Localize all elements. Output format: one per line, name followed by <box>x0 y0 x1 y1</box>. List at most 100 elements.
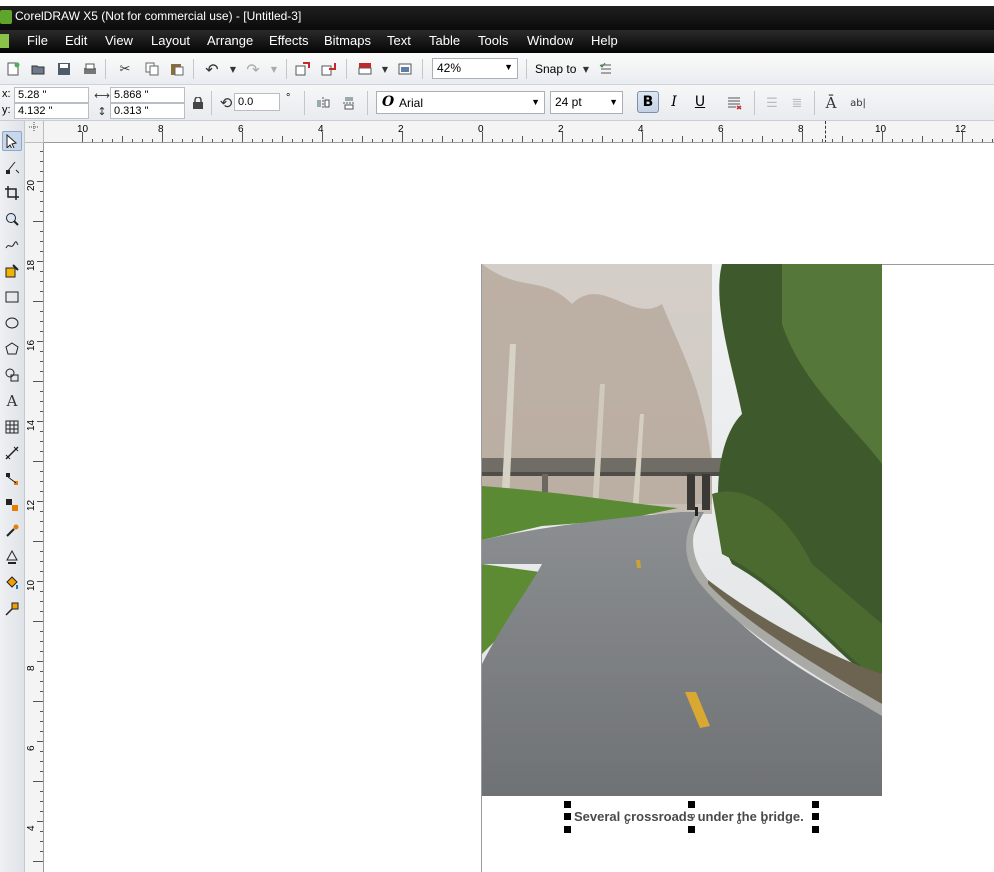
undo-icon[interactable]: ↶ <box>203 60 221 79</box>
selection-handle[interactable] <box>688 801 695 808</box>
ruler-tick <box>852 139 853 142</box>
selection-handle[interactable] <box>688 826 695 833</box>
menu-arrange[interactable]: Arrange <box>207 33 253 48</box>
park-path-photo[interactable] <box>482 264 882 796</box>
ruler-tick <box>40 711 43 712</box>
ellipse-tool-icon[interactable] <box>2 313 22 333</box>
x-position-field[interactable]: 5.28 " <box>14 87 89 103</box>
ruler-tick <box>33 381 43 382</box>
selection-handle[interactable] <box>564 801 571 808</box>
selection-handle[interactable] <box>564 813 571 820</box>
underline-button[interactable]: U <box>689 91 711 113</box>
ruler-tick <box>522 136 523 142</box>
menu-text[interactable]: Text <box>387 33 411 48</box>
rectangle-tool-icon[interactable] <box>2 287 22 307</box>
character-node[interactable] <box>737 820 741 824</box>
blend-tool-icon[interactable] <box>2 495 22 515</box>
print-icon[interactable] <box>81 60 99 78</box>
application-launcher-icon[interactable] <box>356 60 374 78</box>
edit-text-icon[interactable]: ab| <box>849 94 867 112</box>
ruler-label: 6 <box>26 745 37 751</box>
font-family-select[interactable]: O Arial ▼ <box>376 91 545 114</box>
drop-cap-icon[interactable]: ≣ <box>788 94 806 112</box>
cut-icon[interactable]: ✂ <box>116 60 134 78</box>
new-document-icon[interactable] <box>4 60 22 78</box>
connector-tool-icon[interactable] <box>2 469 22 489</box>
redo-icon[interactable]: ↷ <box>244 60 262 79</box>
text-properties-icon[interactable]: Ā <box>822 94 840 112</box>
table-tool-icon[interactable] <box>2 417 22 437</box>
menu-window[interactable]: Window <box>527 33 573 48</box>
polygon-tool-icon[interactable] <box>2 339 22 359</box>
ruler-tick <box>822 139 823 142</box>
interactive-fill-icon[interactable] <box>2 599 22 619</box>
menu-table[interactable]: Table <box>429 33 460 48</box>
redo-dropdown-icon[interactable]: ▼ <box>265 60 283 78</box>
mirror-horizontal-icon[interactable] <box>314 94 332 112</box>
menu-file[interactable]: File <box>27 33 48 48</box>
selection-handle[interactable] <box>564 826 571 833</box>
font-size-select[interactable]: 24 pt ▼ <box>550 91 623 114</box>
text-tool-icon[interactable]: A <box>2 391 22 411</box>
snap-options-icon[interactable] <box>597 60 615 78</box>
ruler-tick <box>40 831 43 832</box>
y-position-field[interactable]: 4.132 " <box>14 103 89 119</box>
paste-icon[interactable] <box>168 60 186 78</box>
lock-ratio-icon[interactable] <box>187 92 209 114</box>
character-node[interactable] <box>625 820 629 824</box>
pick-tool-icon[interactable] <box>2 131 22 151</box>
copy-icon[interactable] <box>143 60 161 78</box>
fill-tool-icon[interactable] <box>2 573 22 593</box>
ruler-tick <box>40 271 43 272</box>
smart-fill-icon[interactable] <box>2 261 22 281</box>
ruler-origin-corner[interactable] <box>25 121 44 143</box>
mirror-vertical-icon[interactable] <box>340 94 358 112</box>
menu-layout[interactable]: Layout <box>151 33 190 48</box>
zoom-tool-icon[interactable] <box>2 209 22 229</box>
launcher-dropdown-icon[interactable]: ▼ <box>376 60 394 78</box>
caption-text[interactable]: Several crossroads under the bridge. <box>574 809 804 824</box>
menu-view[interactable]: View <box>105 33 133 48</box>
rotation-angle-field[interactable]: 0.0 <box>234 93 280 111</box>
menu-edit[interactable]: Edit <box>65 33 87 48</box>
snap-to-label[interactable]: Snap to <box>535 62 576 76</box>
coreldraw-app-icon[interactable] <box>0 10 12 24</box>
selection-handle[interactable] <box>812 813 819 820</box>
ruler-tick <box>40 731 43 732</box>
menu-tools[interactable]: Tools <box>478 33 508 48</box>
crop-tool-icon[interactable] <box>2 183 22 203</box>
center-marker[interactable] <box>691 814 695 818</box>
bullet-list-icon[interactable]: ☰ <box>763 94 781 112</box>
bold-button[interactable]: B <box>637 91 659 113</box>
ruler-tick <box>302 139 303 142</box>
object-height-field[interactable]: 0.313 " <box>110 103 185 119</box>
open-icon[interactable] <box>29 60 47 78</box>
menu-help[interactable]: Help <box>591 33 618 48</box>
freehand-tool-icon[interactable] <box>2 235 22 255</box>
export-icon[interactable] <box>320 60 338 78</box>
object-width-field[interactable]: 5.868 " <box>110 87 185 103</box>
ruler-tick <box>992 139 993 142</box>
outline-tool-icon[interactable] <box>2 547 22 567</box>
horizontal-ruler[interactable]: 10 8 6 4 2 0 2 4 6 8 10 12 <box>44 121 994 143</box>
selection-handle[interactable] <box>812 801 819 808</box>
drawing-canvas[interactable]: Several crossroads under the bridge. <box>44 143 994 872</box>
import-icon[interactable] <box>294 60 312 78</box>
shape-tool-icon[interactable] <box>2 157 22 177</box>
document-icon[interactable] <box>0 34 9 48</box>
text-alignment-icon[interactable] <box>726 94 744 112</box>
save-icon[interactable] <box>55 60 73 78</box>
dimension-tool-icon[interactable] <box>2 443 22 463</box>
basic-shapes-icon[interactable] <box>2 365 22 385</box>
eyedropper-tool-icon[interactable] <box>2 521 22 541</box>
menu-effects[interactable]: Effects <box>269 33 309 48</box>
italic-button[interactable]: I <box>663 91 685 113</box>
undo-dropdown-icon[interactable]: ▼ <box>224 60 242 78</box>
menu-bitmaps[interactable]: Bitmaps <box>324 33 371 48</box>
zoom-level-select[interactable]: 42% ▼ <box>432 58 518 79</box>
welcome-screen-icon[interactable] <box>396 60 414 78</box>
character-node[interactable] <box>762 820 766 824</box>
selection-handle[interactable] <box>812 826 819 833</box>
vertical-ruler[interactable]: 20 18 16 14 12 10 8 6 4 <box>25 143 44 872</box>
snap-to-dropdown-icon[interactable]: ▼ <box>577 60 595 78</box>
